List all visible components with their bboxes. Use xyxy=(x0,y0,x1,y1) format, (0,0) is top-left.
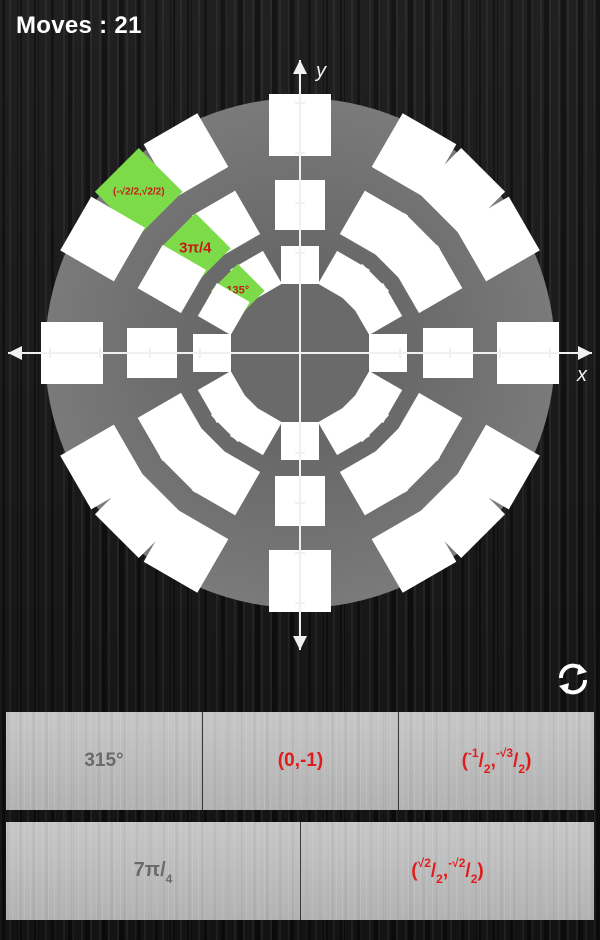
answer-card-315-deg[interactable]: 315° xyxy=(6,712,202,810)
tile-label: 3π/4 xyxy=(179,239,212,256)
y-axis-label: y xyxy=(314,60,327,82)
y-axis-bottom-arrow xyxy=(293,636,307,650)
answer-card-neg-half-neg-root3-half[interactable]: (-1/2,-√3/2) xyxy=(398,712,594,810)
x-axis-left-arrow xyxy=(8,346,22,360)
x-axis-label: x xyxy=(576,364,588,386)
answer-row-1: 315° (0,-1) (-1/2,-√3/2) xyxy=(6,712,594,810)
answer-card-7pi-4[interactable]: 7π/4 xyxy=(6,822,300,920)
y-axis-top-arrow xyxy=(293,60,307,74)
x-axis-right-arrow xyxy=(578,346,592,360)
answer-row-2: 7π/4 (√2/2,-√2/2) xyxy=(6,822,594,920)
refresh-icon[interactable] xyxy=(553,659,593,699)
answer-card-root2-half-neg-root2-half[interactable]: (√2/2,-√2/2) xyxy=(300,822,594,920)
moves-counter: Moves : 21 xyxy=(16,12,142,39)
unit-circle-board: (-√2/2,√2/2)3π/4135° x y xyxy=(8,60,592,650)
answer-card-0-neg1[interactable]: (0,-1) xyxy=(202,712,398,810)
tile-label: (-√2/2,√2/2) xyxy=(113,186,165,197)
